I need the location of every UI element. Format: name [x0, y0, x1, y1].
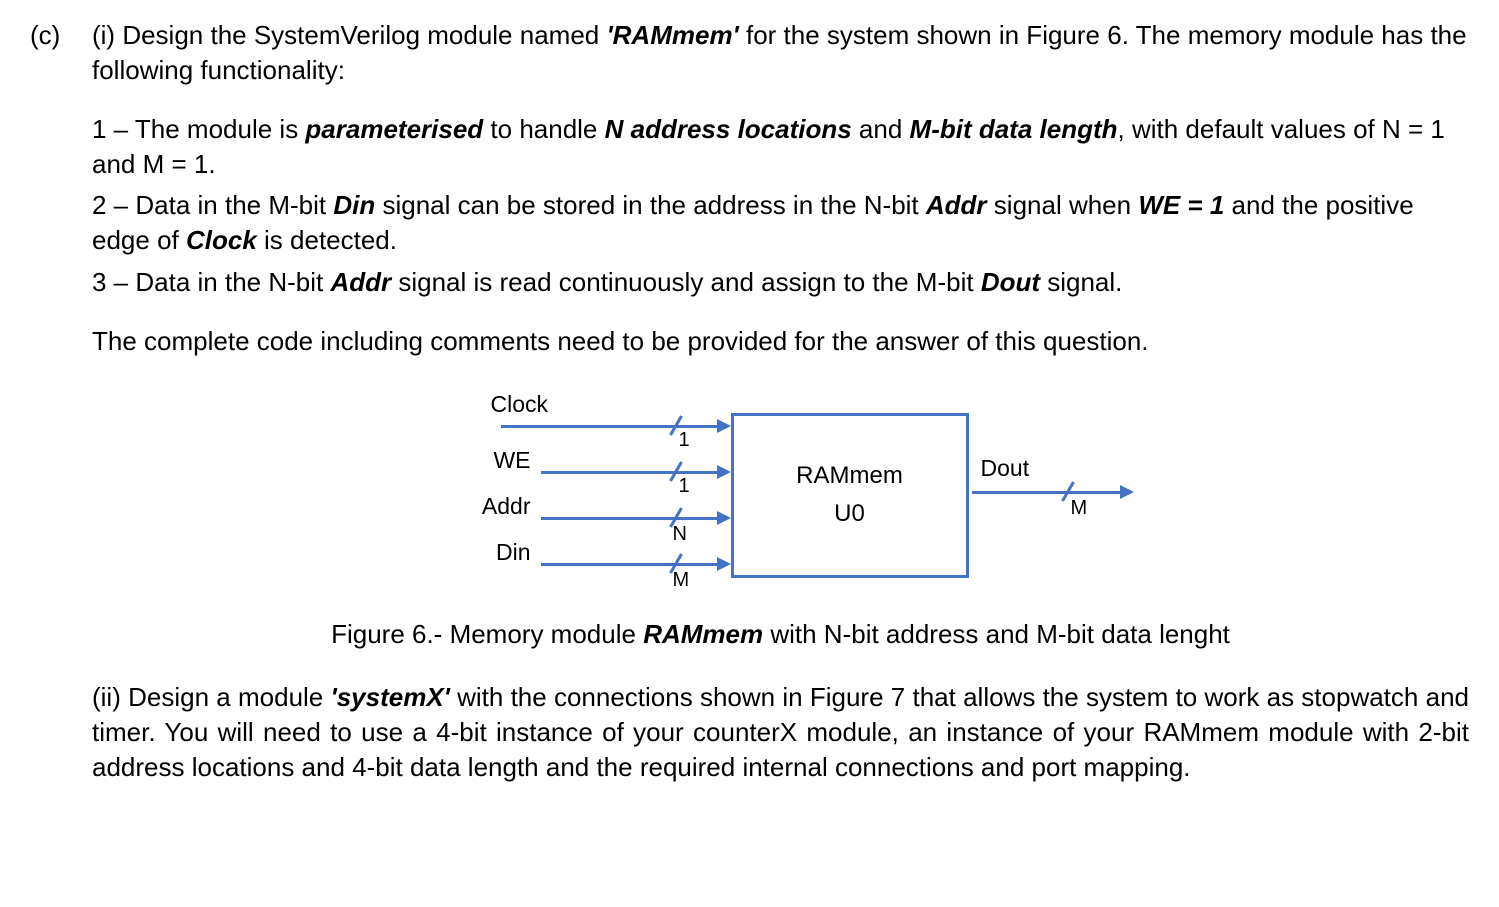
dout-arrow-icon — [1120, 485, 1134, 499]
systemx-name: 'systemX' — [331, 682, 450, 712]
dout-width: M — [1071, 495, 1088, 522]
addr-width: N — [673, 521, 687, 548]
question-content: (i) Design the SystemVerilog module name… — [92, 18, 1469, 809]
req1-mid2: and — [852, 114, 910, 144]
req3-prefix: 3 – Data in the N-bit — [92, 267, 330, 297]
din-label: Din — [441, 537, 531, 568]
figure-6-container: RAMmem U0 Clock 1 WE 1 Addr — [92, 383, 1469, 603]
caption-name: RAMmem — [643, 619, 763, 649]
part-c-label: (c) — [30, 18, 92, 53]
req2-w2: Addr — [926, 190, 987, 220]
addr-wire — [541, 517, 719, 520]
addr-label: Addr — [441, 491, 531, 522]
we-arrow-icon — [717, 465, 731, 479]
dout-wire — [972, 491, 1122, 494]
module-name: 'RAMmem' — [606, 20, 738, 50]
clock-arrow-icon — [717, 419, 731, 433]
we-label: WE — [441, 445, 531, 476]
req2-mid2: signal when — [987, 190, 1139, 220]
req1-w2: N address locations — [605, 114, 852, 144]
req3-tail: signal. — [1040, 267, 1122, 297]
question-c: (c) (i) Design the SystemVerilog module … — [30, 18, 1469, 809]
req3-w1: Addr — [330, 267, 391, 297]
req1-prefix: 1 – The module is — [92, 114, 305, 144]
requirement-2: 2 – Data in the M-bit Din signal can be … — [92, 188, 1469, 258]
block-name: RAMmem — [796, 460, 903, 492]
part-ii-paragraph: (ii) Design a module 'systemX' with the … — [92, 680, 1469, 785]
req1-w1: parameterised — [305, 114, 483, 144]
req2-prefix: 2 – Data in the M-bit — [92, 190, 333, 220]
sub-ii-label: (ii) — [92, 682, 121, 712]
req2-w3: WE = 1 — [1138, 190, 1224, 220]
we-wire — [541, 471, 719, 474]
req1-mid1: to handle — [483, 114, 604, 144]
req2-w1: Din — [333, 190, 375, 220]
clock-label: Clock — [491, 389, 581, 420]
block-instance: U0 — [834, 498, 865, 530]
clock-width: 1 — [679, 427, 690, 454]
req3-w2: Dout — [981, 267, 1040, 297]
intro-text-1: Design the SystemVerilog module named — [115, 20, 606, 50]
sub-i-label: (i) — [92, 20, 115, 50]
din-arrow-icon — [717, 557, 731, 571]
part-ii-t1: Design a module — [121, 682, 331, 712]
caption-post: with N-bit address and M-bit data lenght — [763, 619, 1230, 649]
intro-paragraph: (i) Design the SystemVerilog module name… — [92, 18, 1469, 88]
figure-6-caption: Figure 6.- Memory module RAMmem with N-b… — [92, 617, 1469, 652]
req1-w3: M-bit data length — [910, 114, 1118, 144]
req2-tail: is detected. — [257, 225, 397, 255]
dout-label: Dout — [981, 453, 1051, 484]
figure-6-diagram: RAMmem U0 Clock 1 WE 1 Addr — [381, 383, 1181, 603]
addr-arrow-icon — [717, 511, 731, 525]
note-paragraph: The complete code including comments nee… — [92, 324, 1469, 359]
we-width: 1 — [679, 473, 690, 500]
din-width: M — [673, 567, 690, 594]
caption-pre: Figure 6.- Memory module — [331, 619, 643, 649]
req2-w4: Clock — [186, 225, 257, 255]
req2-mid1: signal can be stored in the address in t… — [375, 190, 926, 220]
rammem-block: RAMmem U0 — [731, 413, 969, 578]
din-wire — [541, 563, 719, 566]
requirement-1: 1 – The module is parameterised to handl… — [92, 112, 1469, 182]
req3-mid1: signal is read continuously and assign t… — [391, 267, 981, 297]
requirement-3: 3 – Data in the N-bit Addr signal is rea… — [92, 265, 1469, 300]
